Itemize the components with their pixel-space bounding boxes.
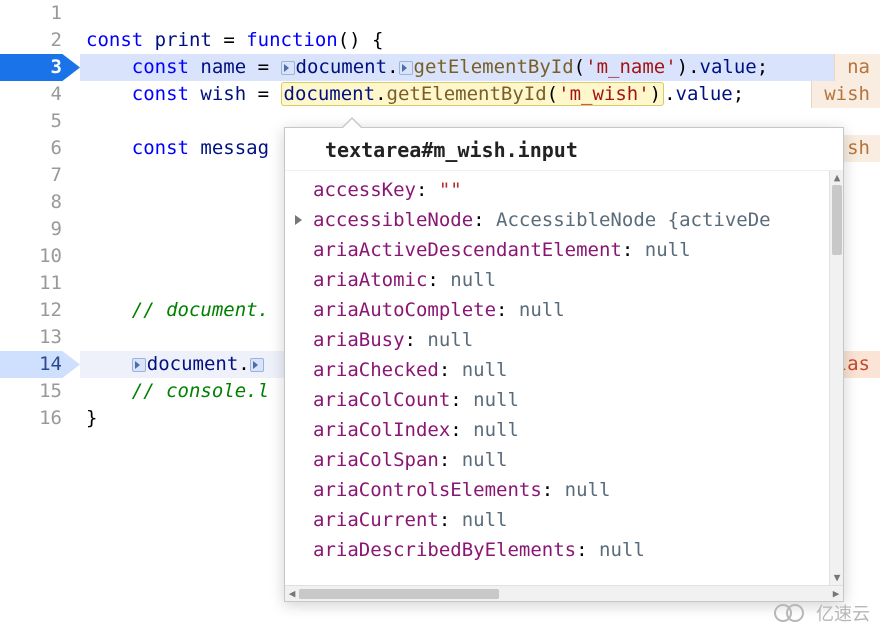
object-marker-icon[interactable]: [132, 358, 146, 372]
line-number[interactable]: 16: [0, 405, 80, 432]
line-number[interactable]: 14: [0, 351, 80, 378]
property-row[interactable]: ariaColIndex: null: [313, 415, 829, 445]
property-name: accessibleNode: [313, 209, 473, 231]
line-number[interactable]: 13: [0, 324, 80, 351]
property-name: ariaAutoComplete: [313, 299, 496, 321]
property-value: AccessibleNode {activeDe: [496, 209, 771, 231]
property-value: null: [473, 419, 519, 441]
scroll-left-icon[interactable]: ◀: [285, 586, 299, 601]
property-row[interactable]: ariaCurrent: null: [313, 505, 829, 535]
tooltip-vertical-scrollbar[interactable]: ▲ ▼: [829, 171, 843, 585]
property-value: null: [427, 329, 473, 351]
property-row[interactable]: ariaAtomic: null: [313, 265, 829, 295]
property-name: ariaChecked: [313, 359, 439, 381]
debug-hover-tooltip[interactable]: textarea#m_wish.input accessKey: ""acces…: [284, 127, 844, 602]
property-name: ariaColCount: [313, 389, 450, 411]
line-number[interactable]: 12: [0, 297, 80, 324]
property-row[interactable]: ariaBusy: null: [313, 325, 829, 355]
property-name: ariaColIndex: [313, 419, 450, 441]
property-name: ariaColSpan: [313, 449, 439, 471]
scroll-thumb[interactable]: [299, 589, 499, 599]
expand-triangle-icon[interactable]: [295, 215, 302, 225]
hovered-expression[interactable]: document.getElementById('m_wish'): [281, 82, 665, 106]
line-number[interactable]: 10: [0, 243, 80, 270]
property-value: null: [519, 299, 565, 321]
code-line-current-breakpoint[interactable]: const name = document.getElementById('m_…: [80, 54, 880, 81]
object-marker-icon[interactable]: [399, 61, 413, 75]
inline-value-chip: na: [834, 54, 880, 81]
property-value: null: [450, 269, 496, 291]
scroll-down-icon[interactable]: ▼: [830, 571, 843, 585]
line-number[interactable]: 8: [0, 189, 80, 216]
tooltip-title: textarea#m_wish.input: [285, 128, 843, 171]
property-row[interactable]: accessKey: "": [313, 175, 829, 205]
line-number[interactable]: 4: [0, 81, 80, 108]
property-name: ariaActiveDescendantElement: [313, 239, 622, 261]
line-number[interactable]: 1: [0, 0, 80, 27]
property-row[interactable]: ariaControlsElements: null: [313, 475, 829, 505]
property-row[interactable]: ariaColCount: null: [313, 385, 829, 415]
property-name: accessKey: [313, 179, 416, 201]
tooltip-horizontal-scrollbar[interactable]: ◀ ▶: [285, 585, 843, 601]
scroll-up-icon[interactable]: ▲: [830, 171, 843, 185]
property-name: ariaAtomic: [313, 269, 427, 291]
line-number[interactable]: 6: [0, 135, 80, 162]
scroll-right-icon[interactable]: ▶: [829, 586, 843, 601]
property-name: ariaCurrent: [313, 509, 439, 531]
line-number[interactable]: 9: [0, 216, 80, 243]
property-value: null: [462, 509, 508, 531]
property-value: "": [439, 179, 462, 201]
property-value: null: [462, 449, 508, 471]
line-number[interactable]: 7: [0, 162, 80, 189]
property-row[interactable]: accessibleNode: AccessibleNode {activeDe: [313, 205, 829, 235]
line-number[interactable]: 5: [0, 108, 80, 135]
property-value: null: [473, 389, 519, 411]
property-name: ariaBusy: [313, 329, 405, 351]
line-number[interactable]: 15: [0, 378, 80, 405]
property-row[interactable]: ariaActiveDescendantElement: null: [313, 235, 829, 265]
inline-value-chip: wish: [811, 81, 880, 108]
code-line[interactable]: const wish = document.getElementById('m_…: [80, 81, 880, 108]
property-name: ariaControlsElements: [313, 479, 542, 501]
property-name: ariaDescribedByElements: [313, 539, 576, 561]
property-row[interactable]: ariaAutoComplete: null: [313, 295, 829, 325]
line-number[interactable]: 11: [0, 270, 80, 297]
property-value: null: [462, 359, 508, 381]
line-number[interactable]: 3: [0, 54, 80, 81]
tooltip-body[interactable]: accessKey: ""accessibleNode: AccessibleN…: [285, 171, 843, 601]
property-value: null: [645, 239, 691, 261]
execution-pointer-icon: [0, 54, 80, 81]
property-value: null: [599, 539, 645, 561]
property-list[interactable]: accessKey: ""accessibleNode: AccessibleN…: [285, 171, 829, 585]
scroll-thumb[interactable]: [832, 185, 842, 255]
line-number[interactable]: 2: [0, 27, 80, 54]
code-line[interactable]: [80, 0, 880, 27]
property-value: null: [565, 479, 611, 501]
property-row[interactable]: ariaDescribedByElements: null: [313, 535, 829, 565]
line-number-gutter[interactable]: 12345678910111213141516: [0, 0, 80, 632]
object-marker-icon[interactable]: [250, 358, 264, 372]
property-row[interactable]: ariaChecked: null: [313, 355, 829, 385]
object-marker-icon[interactable]: [281, 61, 295, 75]
property-row[interactable]: ariaColSpan: null: [313, 445, 829, 475]
code-line[interactable]: const print = function() {: [80, 27, 880, 54]
